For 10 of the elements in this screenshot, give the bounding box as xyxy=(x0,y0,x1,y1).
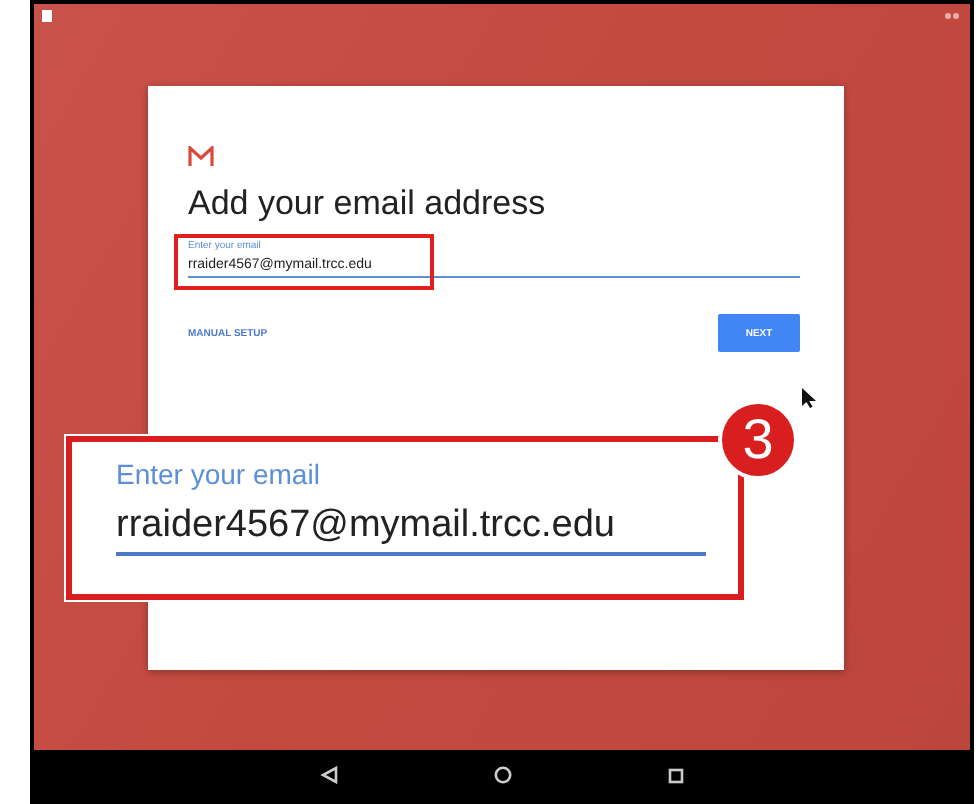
cursor-icon xyxy=(802,388,816,408)
field-label: Enter your email xyxy=(116,458,322,490)
recents-icon[interactable] xyxy=(668,767,684,783)
back-icon[interactable] xyxy=(320,766,338,784)
home-icon[interactable] xyxy=(494,766,512,784)
mail-logo-icon xyxy=(188,146,214,166)
notification-icon xyxy=(42,10,52,22)
dialog-title: Add your email address xyxy=(188,184,548,224)
status-icon xyxy=(944,12,960,20)
email-value: rraider4567@mymail.trcc.edu xyxy=(116,504,706,556)
